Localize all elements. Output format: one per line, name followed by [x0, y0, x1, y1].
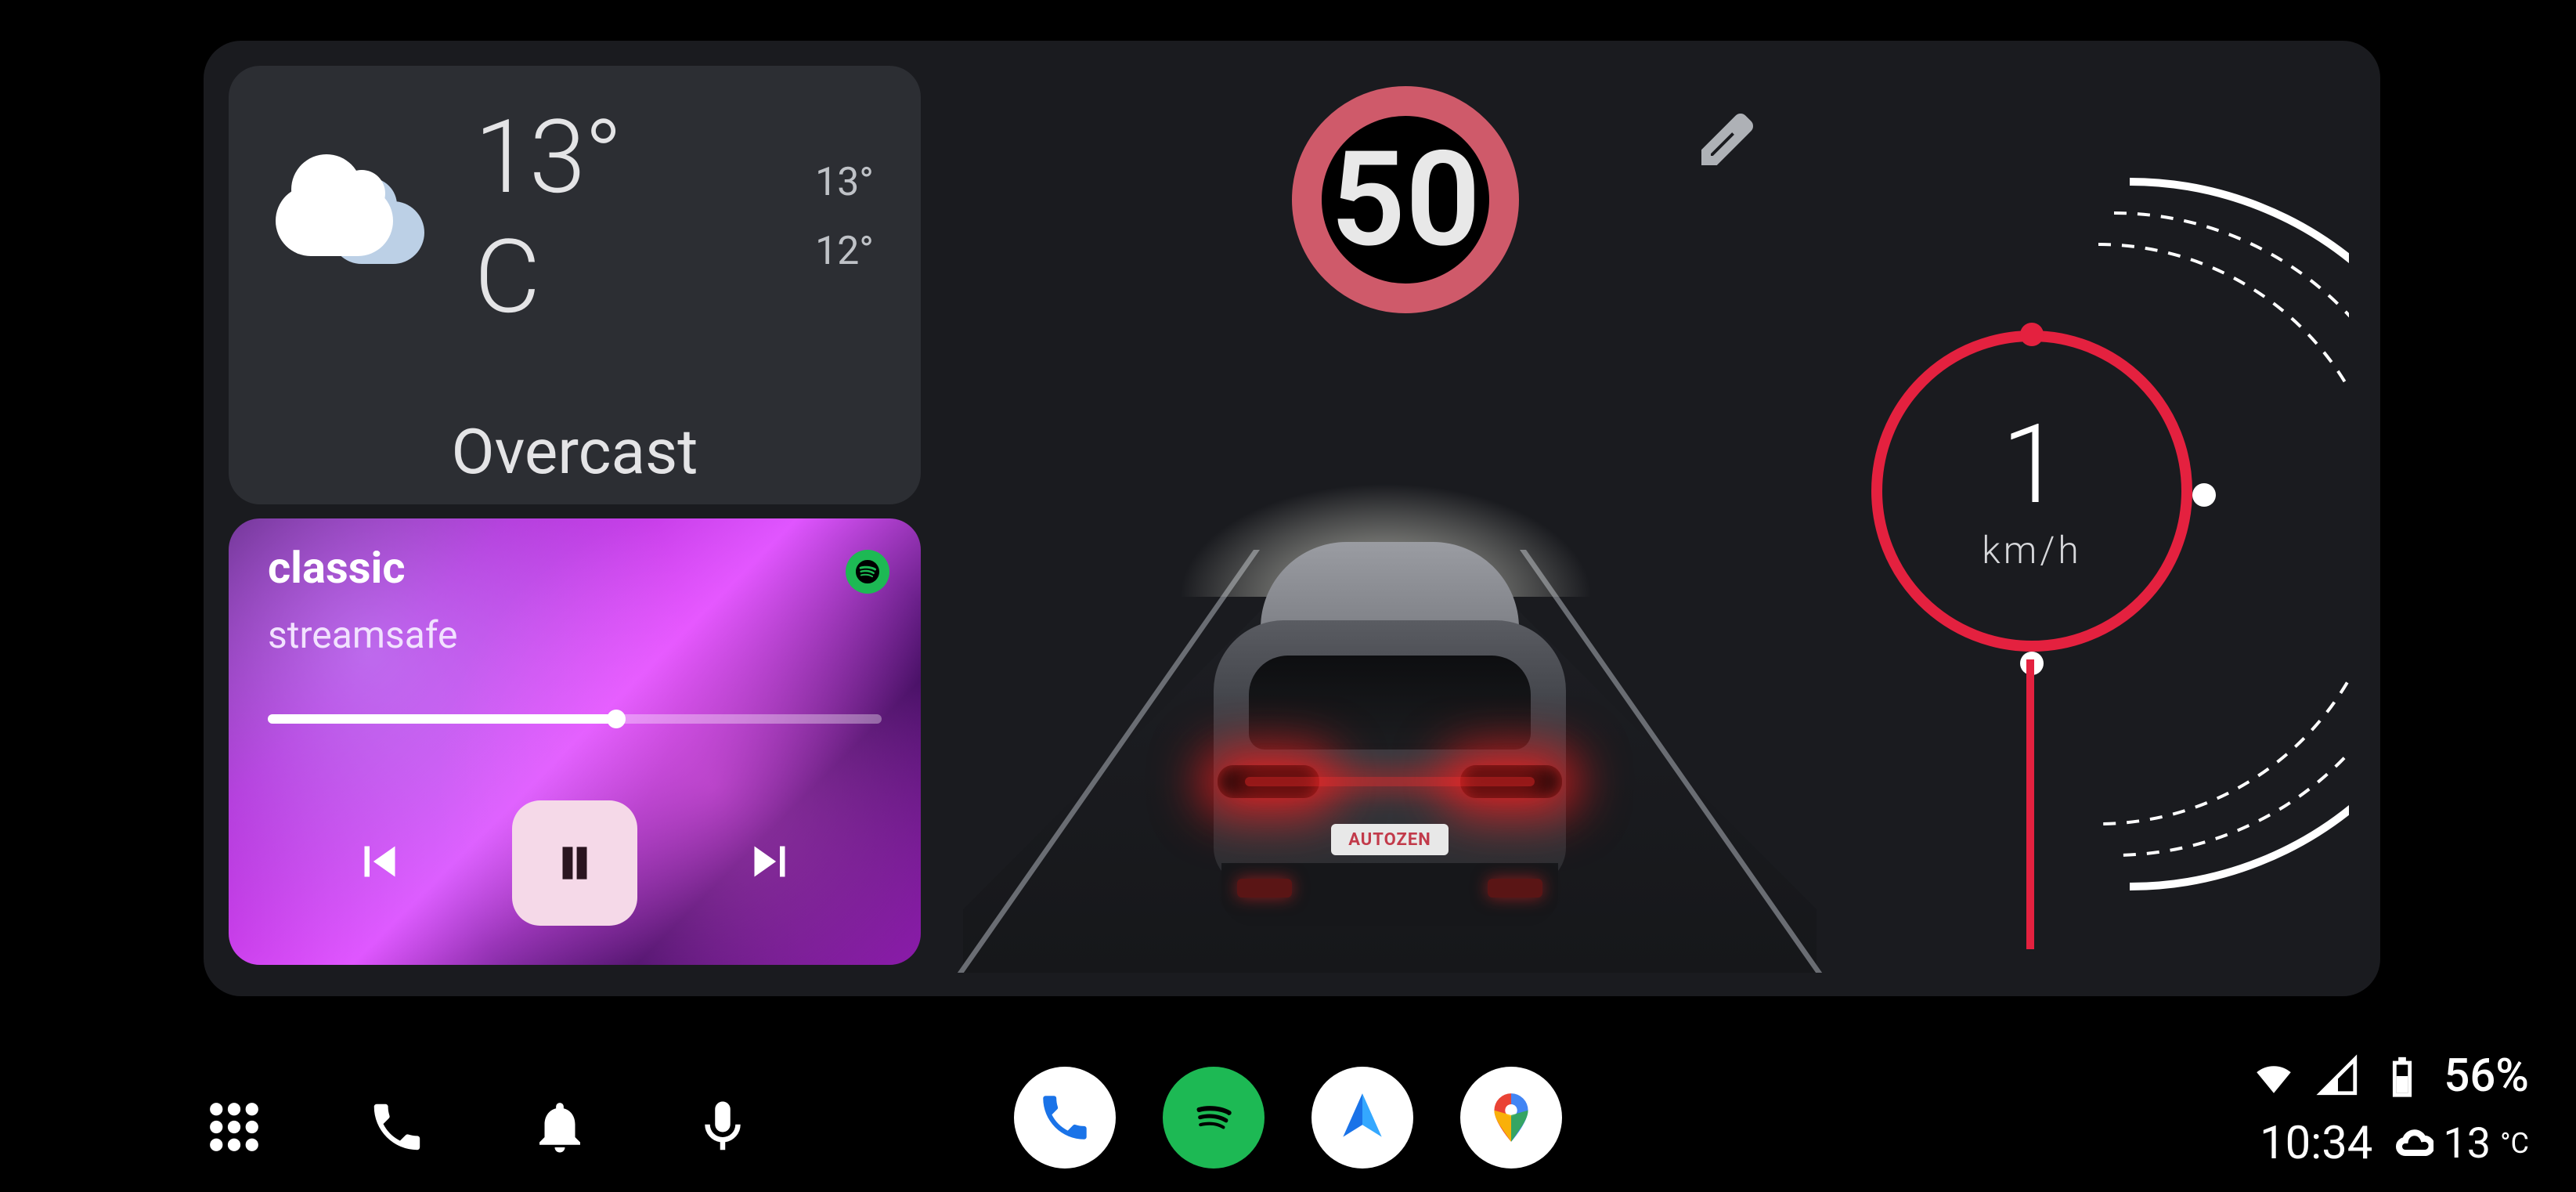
speed-limit-value: 50 — [1330, 123, 1481, 277]
vehicle-model: AUTOZEN — [1174, 526, 1605, 949]
license-plate: AUTOZEN — [1331, 824, 1449, 855]
dock-app-spotify[interactable] — [1163, 1067, 1265, 1169]
speed-limit-sign: 50 — [1292, 86, 1519, 313]
battery-percent: 56% — [2444, 1049, 2529, 1103]
status-temp-unit: °C — [2500, 1127, 2529, 1160]
status-temp-value: 13 — [2443, 1119, 2491, 1169]
clock: 10:34 — [2260, 1117, 2372, 1170]
track-artist: streamsafe — [268, 612, 457, 657]
temperature-range: 13° 12° — [815, 160, 874, 274]
dock-app-phone[interactable] — [1014, 1067, 1116, 1169]
wifi-icon — [2251, 1053, 2296, 1099]
previous-track-button[interactable] — [349, 831, 410, 895]
temperature-high: 13° — [815, 160, 874, 205]
next-track-button[interactable] — [739, 831, 800, 895]
weather-cloudy-icon — [276, 162, 420, 272]
app-dock — [1014, 1067, 1562, 1169]
speed-value: 1 — [2001, 410, 2062, 520]
temperature-low: 12° — [815, 229, 874, 274]
track-title: classic — [268, 542, 406, 594]
speed-gauge: 1 km/h — [1871, 331, 2192, 652]
temperature-current: 13° C — [474, 97, 690, 337]
notifications-button[interactable] — [529, 1096, 590, 1161]
weather-condition: Overcast — [276, 415, 874, 489]
status-bar: 56% 10:34 13 °C — [2251, 1049, 2529, 1170]
app-launcher-button[interactable] — [204, 1096, 265, 1161]
dashboard-panel: 13° C 13° 12° Overcast classic streamsaf… — [204, 41, 2380, 996]
dock-app-maps[interactable] — [1460, 1067, 1562, 1169]
playback-progress[interactable] — [268, 714, 882, 724]
pause-button[interactable] — [512, 800, 637, 926]
gauge-marker-right — [2192, 483, 2216, 507]
music-card[interactable]: classic streamsafe — [229, 518, 921, 965]
speed-unit: km/h — [1982, 528, 2082, 573]
weather-card[interactable]: 13° C 13° 12° Overcast — [229, 66, 921, 504]
gauge-needle — [2026, 659, 2034, 949]
vehicle-view: AUTOZEN — [963, 377, 1817, 981]
status-weather: 13 °C — [2396, 1119, 2529, 1169]
edit-icon[interactable] — [1699, 111, 1755, 171]
signal-icon — [2315, 1053, 2361, 1099]
spotify-icon — [846, 550, 889, 594]
cloud-icon — [2396, 1125, 2433, 1162]
phone-button[interactable] — [366, 1096, 428, 1161]
dock-app-navigation[interactable] — [1311, 1067, 1413, 1169]
voice-assistant-button[interactable] — [692, 1096, 753, 1161]
speedometer: 1 km/h — [1863, 135, 2349, 934]
battery-icon — [2379, 1053, 2425, 1099]
gauge-marker-top — [2020, 323, 2044, 346]
system-nav — [204, 1096, 753, 1161]
